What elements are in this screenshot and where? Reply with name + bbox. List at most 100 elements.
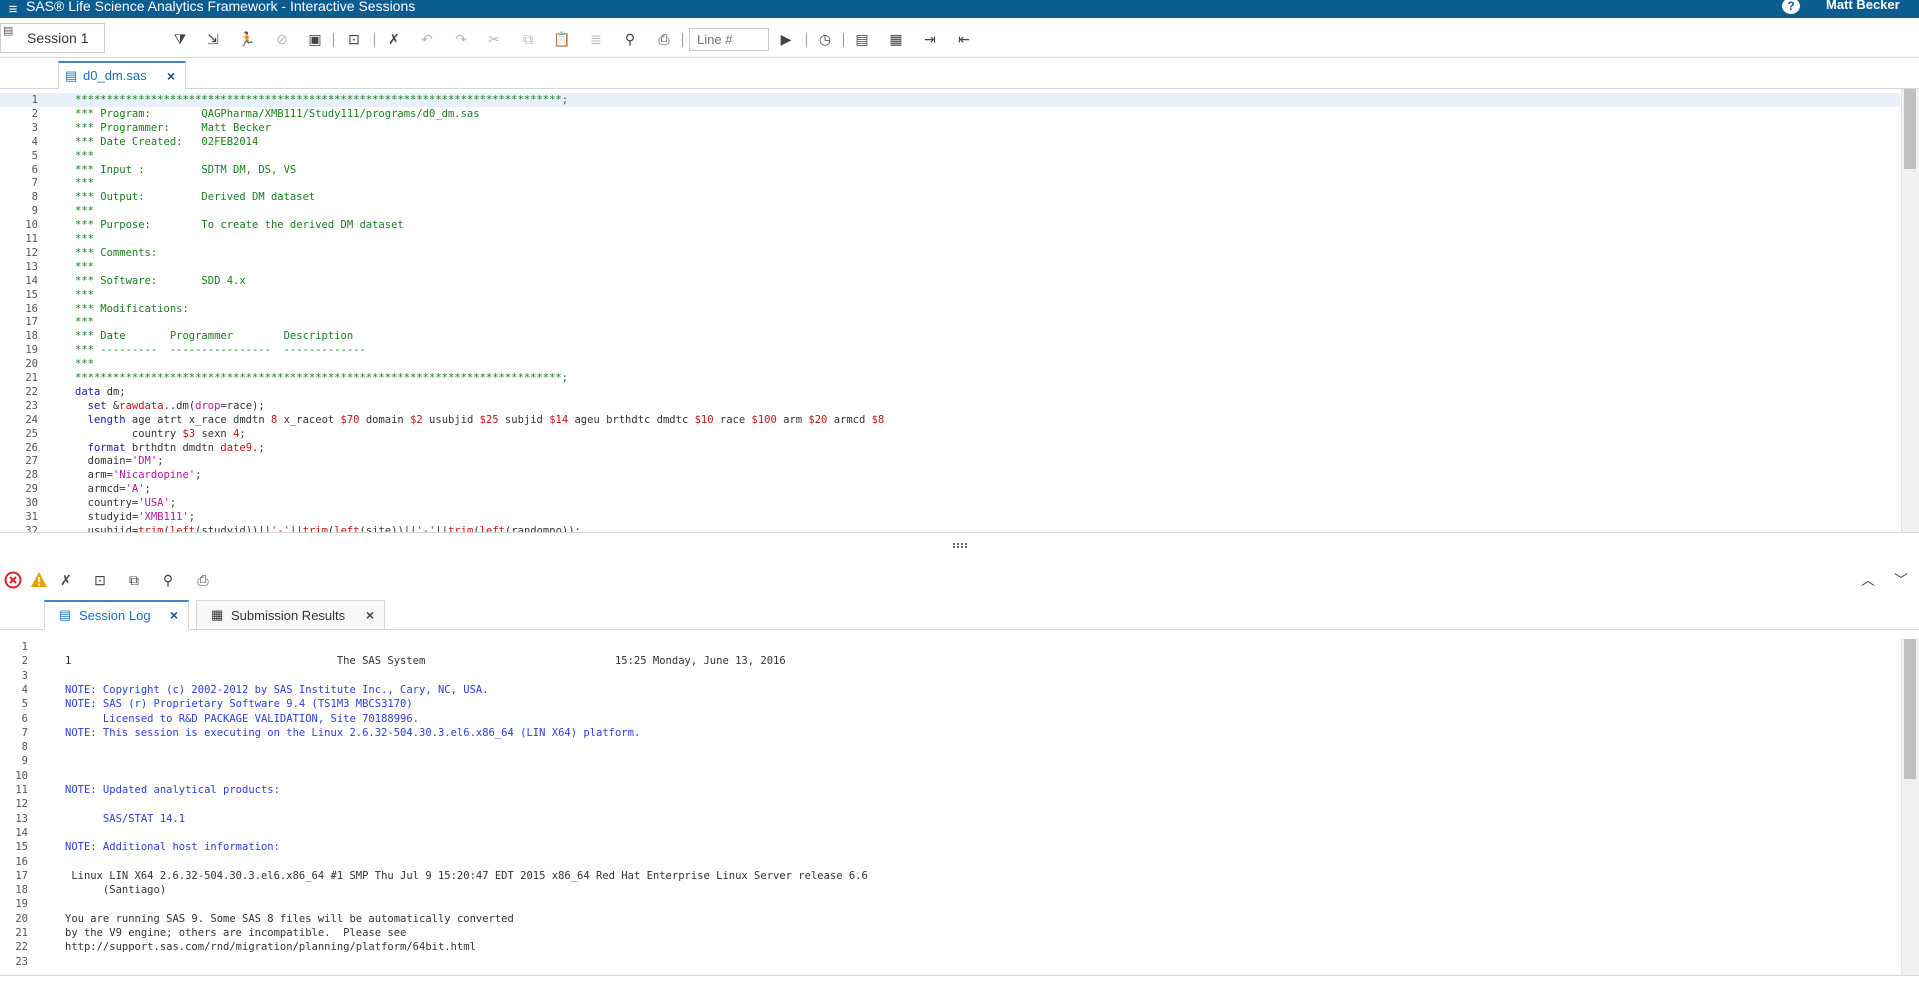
sas-file-icon: ▤ [65, 67, 78, 83]
code-token: ; [157, 455, 164, 468]
save-as-icon[interactable]: ⊡ [344, 29, 364, 49]
clear-icon[interactable]: ✗ [384, 29, 404, 49]
code-line[interactable]: 13 *** [0, 260, 1900, 274]
log-line: 6 Licensed to R&D PACKAGE VALIDATION, Si… [0, 712, 1900, 726]
log-scrollbar-thumb[interactable] [1904, 639, 1916, 779]
code-text: domain='DM'; [75, 454, 164, 468]
line-number: 7 [21, 726, 28, 739]
paste-icon[interactable]: 📋 [552, 29, 572, 49]
code-line[interactable]: 7 *** [0, 176, 1900, 190]
export-icon[interactable]: ⇲ [203, 29, 223, 49]
cancel-icon[interactable]: ⊘ [272, 29, 292, 49]
user-name[interactable]: Matt Becker [1826, 0, 1900, 12]
line-number: 21 [15, 927, 28, 939]
code-line[interactable]: 30 country='USA'; [0, 496, 1900, 510]
redo-icon[interactable]: ↷ [451, 29, 471, 49]
find-log-icon[interactable]: ⚲ [158, 570, 178, 590]
line-number: 26 [25, 441, 38, 454]
code-text: *** [75, 357, 94, 371]
code-line[interactable]: 31 studyid='XMB111'; [0, 510, 1900, 524]
results-icon: ▦ [211, 607, 224, 622]
format-icon[interactable]: ≣ [586, 29, 606, 49]
code-line[interactable]: 24 length age atrt x_race dmdtn 8 x_race… [0, 413, 1900, 427]
code-line[interactable]: 4 *** Date Created: 02FEB2014 [0, 135, 1900, 149]
print-log-icon[interactable]: ⎙ [193, 570, 213, 590]
line-number: 20 [25, 358, 38, 371]
run-icon[interactable]: 🏃 [237, 29, 257, 49]
tab-session-log[interactable]: ▤ Session Log × [44, 600, 189, 630]
code-text: *** Purpose: To create the derived DM da… [75, 218, 404, 232]
tab-submission-results[interactable]: ▦ Submission Results × [196, 600, 385, 630]
code-line[interactable]: 32 usubjid=trim(left(studyid))||'-'||tri… [0, 524, 1900, 532]
code-line[interactable]: 5 *** [0, 149, 1900, 163]
notes-icon[interactable]: ▤ [852, 29, 872, 49]
clear-log-icon[interactable]: ✗ [56, 570, 76, 590]
pane-splitter[interactable] [0, 532, 1919, 557]
line-number: 11 [15, 784, 28, 796]
code-line[interactable]: 29 armcd='A'; [0, 482, 1900, 496]
code-line[interactable]: 27 domain='DM'; [0, 454, 1900, 468]
code-text: ****************************************… [75, 371, 568, 385]
code-line[interactable]: 28 arm='Nicardopine'; [0, 468, 1900, 482]
code-line[interactable]: 25 country $3 sexn 4; [0, 427, 1900, 441]
import-icon[interactable]: ⇥ [920, 29, 940, 49]
close-tab-icon[interactable]: × [170, 607, 178, 623]
log-scrollbar[interactable] [1901, 639, 1919, 975]
go-icon[interactable]: ▶ [776, 29, 796, 49]
save-log-icon[interactable]: ⊡ [90, 570, 110, 590]
code-line[interactable]: 11 *** [0, 232, 1900, 246]
session-log[interactable]: 121 The SAS System 15:25 Monday, June 13… [0, 639, 1919, 973]
code-token: armcd [827, 413, 872, 426]
history-icon[interactable]: ◷ [815, 29, 835, 49]
undo-icon[interactable]: ↶ [417, 29, 437, 49]
code-line[interactable]: 12 *** Comments: [0, 246, 1900, 260]
line-number: 12 [25, 246, 38, 259]
expand-icon[interactable]: ︿ [1858, 570, 1878, 590]
code-line[interactable]: 14 *** Software: SDD 4.x [0, 274, 1900, 288]
code-token: ; [144, 483, 151, 496]
line-number-input[interactable] [689, 28, 769, 51]
table-icon[interactable]: ▦ [886, 29, 906, 49]
grip-icon[interactable] [952, 542, 967, 548]
code-line[interactable]: 9 *** [0, 204, 1900, 218]
code-line[interactable]: 16 *** Modifications: [0, 302, 1900, 316]
code-token: 'Nicardopine' [112, 469, 196, 482]
copy-icon[interactable]: ⧉ [518, 29, 538, 49]
code-line[interactable]: 1 ***************************************… [0, 93, 1900, 107]
code-line[interactable]: 3 *** Programmer: Matt Becker [0, 121, 1900, 135]
code-line[interactable]: 6 *** Input : SDTM DM, DS, VS [0, 163, 1900, 177]
code-token: *** Programmer: Matt Becker [75, 121, 271, 134]
code-line[interactable]: 10 *** Purpose: To create the derived DM … [0, 218, 1900, 232]
copy-log-icon[interactable]: ⧉ [124, 570, 144, 590]
code-line[interactable]: 8 *** Output: Derived DM dataset [0, 190, 1900, 204]
code-line[interactable]: 22 data dm; [0, 385, 1900, 399]
code-line[interactable]: 23 set &rawdata..dm(drop=race); [0, 399, 1900, 413]
code-line[interactable]: 17 *** [0, 315, 1900, 329]
log-tabs: ▤ Session Log × ▦ Submission Results × [0, 599, 1919, 630]
help-icon[interactable]: ? [1782, 0, 1800, 14]
code-line[interactable]: 19 *** --------- ---------------- -------… [0, 343, 1900, 357]
code-line[interactable]: 21 **************************************… [0, 371, 1900, 385]
warning-icon[interactable] [29, 570, 49, 590]
close-tab-icon[interactable]: × [366, 607, 374, 623]
code-line[interactable]: 20 *** [0, 357, 1900, 371]
save-icon[interactable]: ▣ [305, 29, 325, 49]
hamburger-menu-icon[interactable]: ≡ [0, 0, 26, 18]
filter-icon[interactable]: ⧩ [170, 29, 190, 49]
editor-scrollbar[interactable] [1901, 89, 1919, 532]
code-line[interactable]: 15 *** [0, 288, 1900, 302]
print-icon[interactable]: ⎙ [654, 29, 674, 49]
close-tab-icon[interactable]: × [167, 68, 175, 84]
code-line[interactable]: 18 *** Date Programmer Description [0, 329, 1900, 343]
code-line[interactable]: 26 format brthdtn dmdtn date9.; [0, 441, 1900, 455]
cut-icon[interactable]: ✂ [484, 29, 504, 49]
tab-d0-dm-sas[interactable]: ▤ d0_dm.sas × [58, 61, 186, 90]
find-icon[interactable]: ⚲ [620, 29, 640, 49]
session-selector[interactable]: ▤ Session 1 [0, 23, 105, 53]
code-editor[interactable]: 1 ***************************************… [0, 89, 1919, 532]
collapse-icon[interactable]: ﹀ [1891, 570, 1911, 590]
code-line[interactable]: 2 *** Program: QAGPharma/XMB111/Study111/… [0, 107, 1900, 121]
export-table-icon[interactable]: ⇤ [954, 29, 974, 49]
editor-scrollbar-thumb[interactable] [1904, 89, 1916, 169]
error-icon[interactable] [3, 570, 23, 590]
